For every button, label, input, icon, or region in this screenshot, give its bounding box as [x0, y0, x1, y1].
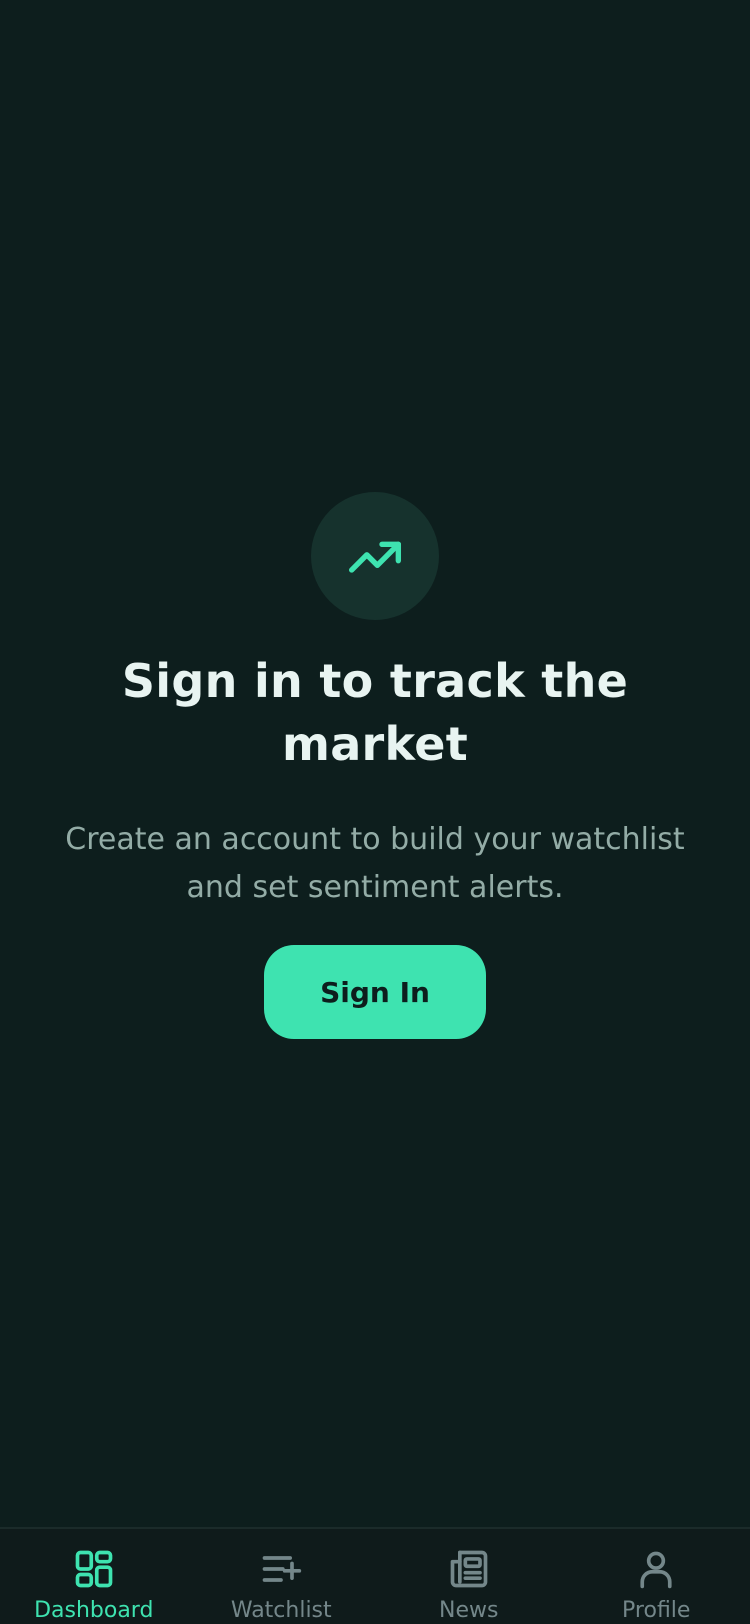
hero-badge — [311, 492, 439, 620]
tab-profile[interactable]: Profile — [563, 1529, 750, 1624]
user-icon — [632, 1547, 680, 1591]
tab-label-watchlist: Watchlist — [230, 1598, 332, 1623]
sign-in-prompt: Sign in to track the market Create an ac… — [0, 492, 750, 1039]
page-subtitle: Create an account to build your watchlis… — [65, 822, 685, 905]
tab-label-profile: Profile — [622, 1598, 691, 1623]
page-title: Sign in to track the market — [121, 654, 629, 771]
sign-in-screen: Sign in to track the market Create an ac… — [0, 0, 750, 1624]
tab-dashboard[interactable]: Dashboard — [0, 1529, 188, 1624]
dashboard-grid-icon — [70, 1547, 118, 1591]
tab-news[interactable]: News — [375, 1529, 563, 1624]
list-add-icon — [257, 1547, 305, 1591]
tab-label-news: News — [439, 1598, 499, 1623]
sign-in-button[interactable]: Sign In — [264, 945, 486, 1039]
tab-watchlist[interactable]: Watchlist — [188, 1529, 376, 1624]
tab-label-dashboard: Dashboard — [34, 1598, 154, 1623]
trending-up-icon — [348, 541, 402, 573]
newspaper-icon — [445, 1547, 493, 1591]
bottom-tab-bar: Dashboard Watchlist News Profile — [0, 1527, 750, 1624]
